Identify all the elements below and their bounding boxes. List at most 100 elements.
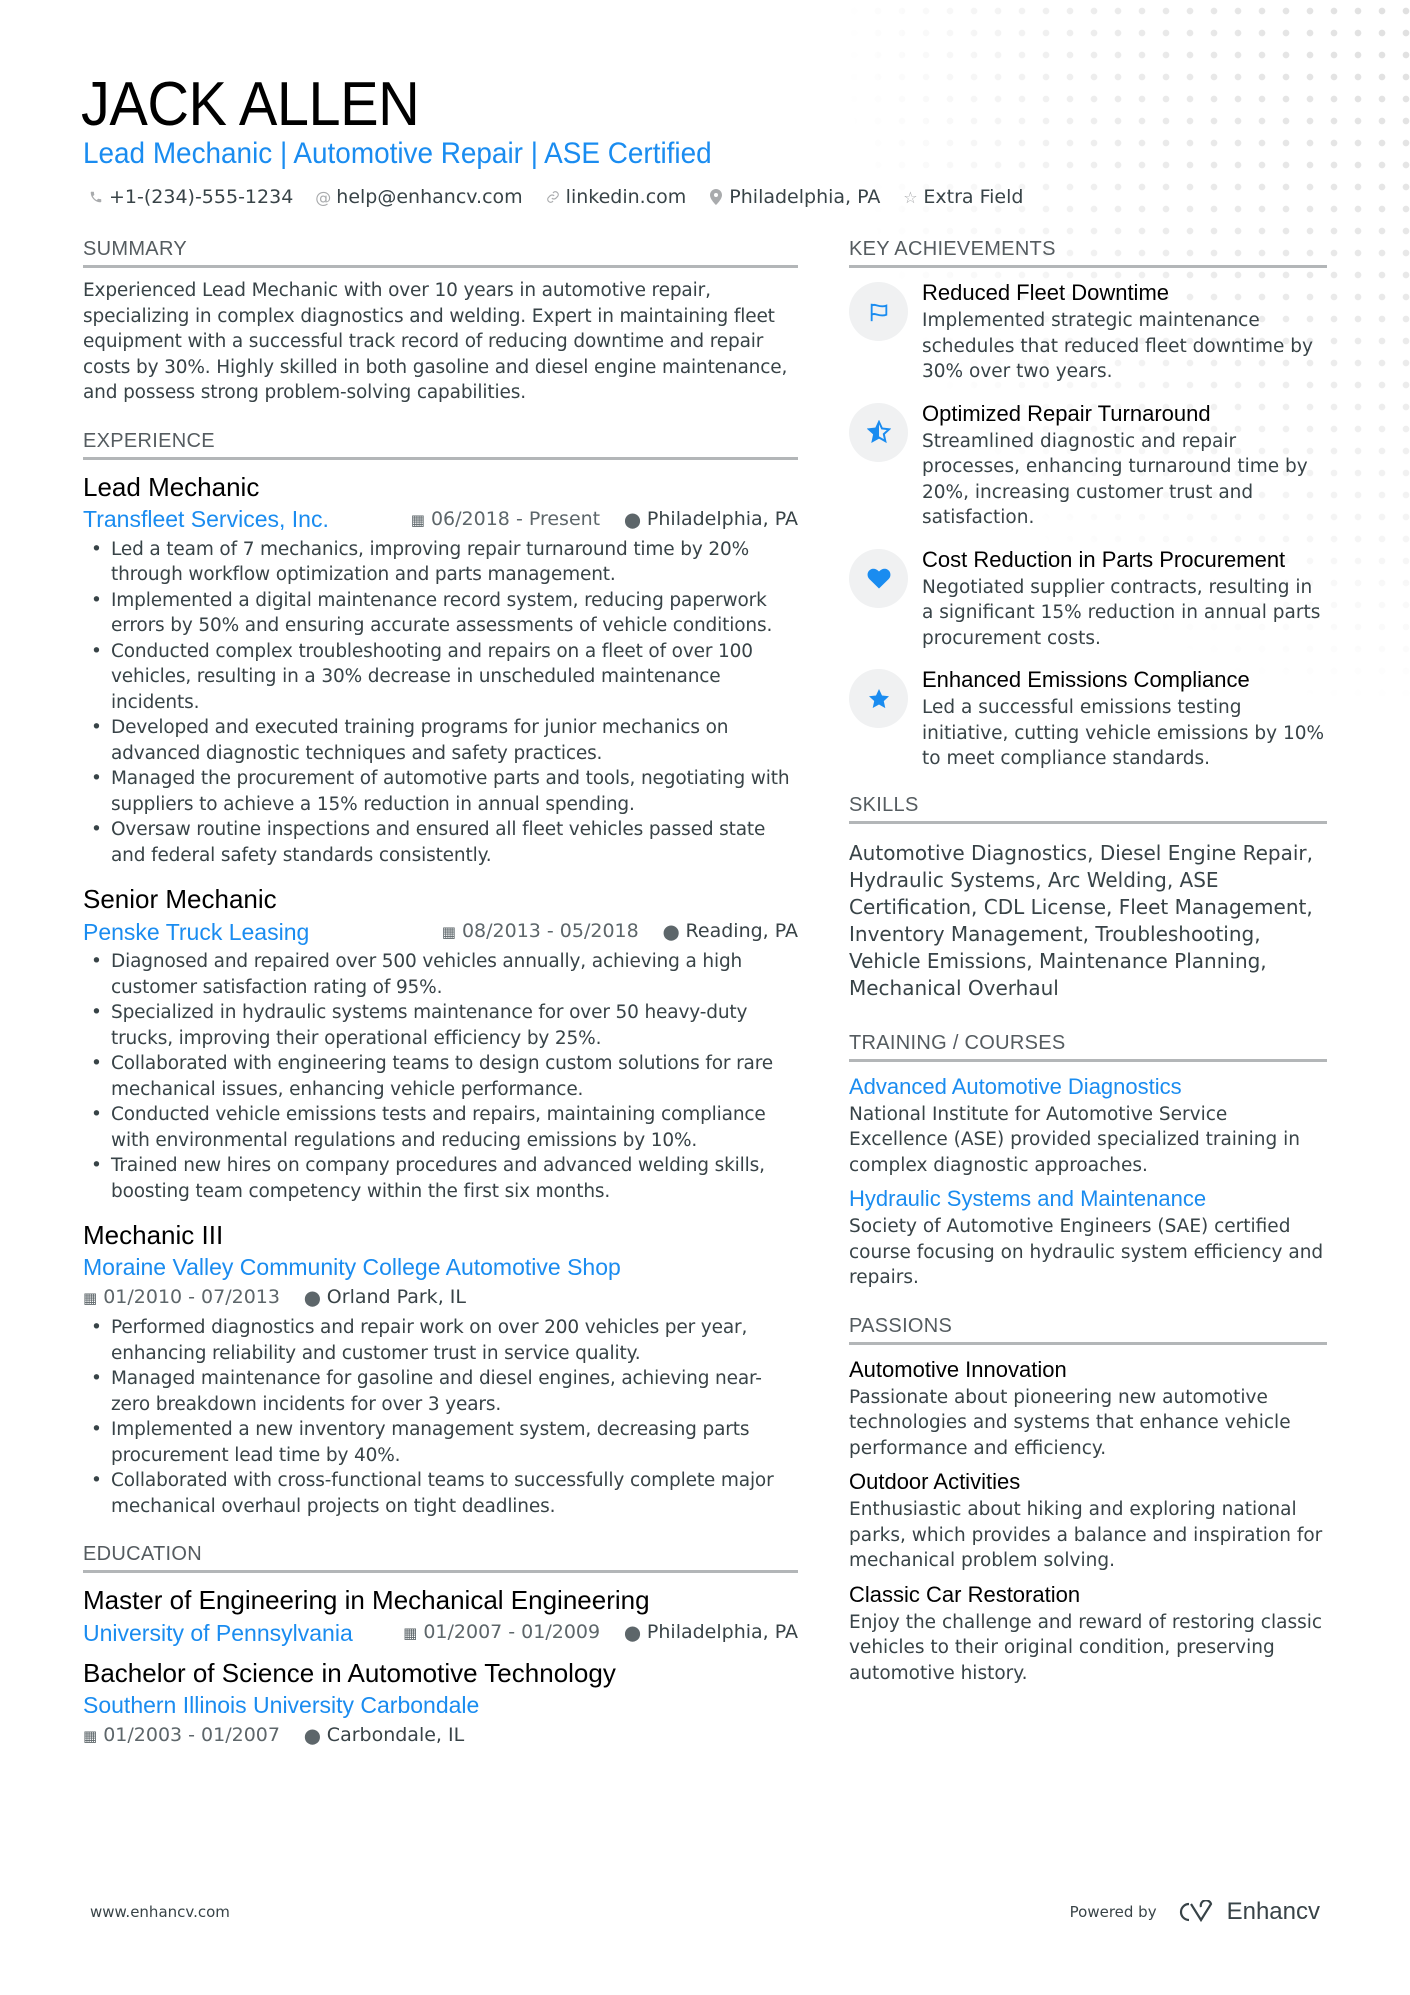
- section-title: TRAINING / COURSES: [849, 1030, 1327, 1062]
- course-desc: National Institute for Automotive Servic…: [849, 1103, 1301, 1176]
- achievement-title: Enhanced Emissions Compliance: [922, 667, 1250, 692]
- passion-item: Classic Car Restoration Enjoy the challe…: [849, 1580, 1327, 1687]
- contact-email[interactable]: @ help@enhancv.com: [315, 186, 522, 208]
- bullet-list: Led a team of 7 mechanics, improving rep…: [83, 537, 798, 869]
- email-value: help@enhancv.com: [336, 186, 523, 208]
- course-item: Advanced Automotive Diagnostics National…: [849, 1072, 1327, 1179]
- summary-text: Experienced Lead Mechanic with over 10 y…: [83, 280, 788, 403]
- achievement-content: Enhanced Emissions Compliance Led a succ…: [922, 665, 1327, 772]
- left-column: SUMMARY Experienced Lead Mechanic with o…: [83, 236, 798, 1771]
- company-name[interactable]: Transfleet Services, Inc.: [83, 504, 329, 534]
- passion-title: Classic Car Restoration: [849, 1581, 1081, 1607]
- degree-title: Bachelor of Science in Automotive Techno…: [83, 1658, 616, 1688]
- brand-name: Enhancv: [1226, 1898, 1320, 1925]
- candidate-name: JACK ALLEN: [81, 70, 420, 139]
- location-icon: ⬤: [304, 1289, 321, 1307]
- dates-value: 01/2003 - 01/2007: [103, 1724, 280, 1746]
- bullet-item: Conducted complex troubleshooting and re…: [91, 639, 798, 716]
- degree-title: Master of Engineering in Mechanical Engi…: [83, 1585, 650, 1615]
- bullet-item: Implemented a new inventory management s…: [91, 1417, 798, 1468]
- job-location: ⬤ Philadelphia, PA: [624, 504, 798, 535]
- star-icon: [849, 669, 908, 728]
- job-meta: Penske Truck Leasing ▦ 08/2013 - 05/2018 …: [83, 916, 798, 947]
- location-icon: [708, 189, 724, 205]
- experience-item: Senior Mechanic Penske Truck Leasing ▦ 08…: [83, 882, 798, 1204]
- education-meta: University of Pennsylvania ▦ 01/2007 - 01…: [83, 1617, 798, 1648]
- section-title: SKILLS: [849, 792, 1327, 824]
- achievement-title: Optimized Repair Turnaround: [922, 400, 1211, 426]
- school-name[interactable]: University of Pennsylvania: [83, 1618, 353, 1648]
- experience-section: EXPERIENCE Lead Mechanic Transfleet Serv…: [83, 428, 798, 1520]
- education-dates: ▦ 01/2003 - 01/2007: [83, 1720, 280, 1751]
- bullet-item: Conducted vehicle emissions tests and re…: [91, 1102, 798, 1153]
- bullet-item: Performed diagnostics and repair work on…: [91, 1315, 798, 1366]
- company-name[interactable]: Penske Truck Leasing: [83, 917, 309, 947]
- education-dates: ▦ 01/2007 - 01/2009: [403, 1617, 600, 1648]
- education-item: Bachelor of Science in Automotive Techno…: [83, 1656, 798, 1751]
- calendar-icon: ▦: [441, 923, 456, 941]
- calendar-icon: ▦: [83, 1289, 98, 1307]
- skills-section: SKILLS Automotive Diagnostics, Diesel En…: [849, 792, 1327, 1002]
- achievement-item: Cost Reduction in Parts Procurement Nego…: [849, 545, 1327, 652]
- section-title: SUMMARY: [83, 236, 798, 268]
- contact-linkedin[interactable]: linkedin.com: [545, 186, 686, 208]
- achievement-item: Reduced Fleet Downtime Implemented strat…: [849, 278, 1327, 385]
- dates-value: 01/2010 - 07/2013: [103, 1286, 280, 1308]
- course-item: Hydraulic Systems and Maintenance Societ…: [849, 1184, 1327, 1291]
- skills-text: Automotive Diagnostics, Diesel Engine Re…: [849, 840, 1314, 1000]
- section-title: KEY ACHIEVEMENTS: [849, 236, 1327, 268]
- achievement-item: Enhanced Emissions Compliance Led a succ…: [849, 665, 1327, 772]
- bullet-item: Managed maintenance for gasoline and die…: [91, 1366, 798, 1417]
- calendar-icon: ▦: [410, 510, 425, 529]
- course-title[interactable]: Hydraulic Systems and Maintenance: [849, 1184, 1327, 1214]
- location-value: Philadelphia, PA: [646, 1621, 798, 1643]
- location-icon: ⬤: [624, 510, 641, 529]
- education-details: ▦ 01/2003 - 01/2007 ⬤ Carbondale, IL: [83, 1720, 798, 1751]
- education-location: ⬤ Carbondale, IL: [304, 1720, 464, 1751]
- resume-page: JACK ALLEN Lead Mechanic | Automotive Re…: [0, 0, 1410, 1995]
- brand-logo[interactable]: Enhancv: [1175, 1898, 1320, 1926]
- bullet-list: Performed diagnostics and repair work on…: [83, 1315, 798, 1519]
- course-title[interactable]: Advanced Automotive Diagnostics: [849, 1072, 1327, 1102]
- passion-item: Automotive Innovation Passionate about p…: [849, 1355, 1327, 1462]
- star-icon: ☆: [903, 187, 918, 207]
- bullet-item: Developed and executed training programs…: [91, 715, 798, 766]
- phone-value: +1-(234)-555-1234: [109, 186, 294, 208]
- at-icon: @: [315, 187, 332, 207]
- contact-phone[interactable]: +1-(234)-555-1234: [88, 186, 293, 208]
- bullet-list: Diagnosed and repaired over 500 vehicles…: [83, 949, 798, 1204]
- heart-icon: [849, 548, 908, 608]
- passion-item: Outdoor Activities Enthusiastic about hi…: [849, 1467, 1327, 1574]
- achievement-title: Reduced Fleet Downtime: [922, 280, 1170, 305]
- school-name[interactable]: Southern Illinois University Carbondale: [83, 1690, 798, 1720]
- right-column: KEY ACHIEVEMENTS Reduced Fleet Downtime …: [849, 236, 1327, 1706]
- phone-icon: [88, 190, 104, 204]
- location-value: Philadelphia, PA: [646, 507, 798, 530]
- passion-title: Automotive Innovation: [849, 1356, 1067, 1382]
- contact-extra: ☆ Extra Field: [902, 186, 1023, 208]
- contact-row: +1-(234)-555-1234 @ help@enhancv.com lin…: [88, 186, 1023, 208]
- job-details: ▦ 06/2018 - Present ⬤ Philadelphia, PA: [411, 504, 798, 535]
- education-item: Master of Engineering in Mechanical Engi…: [83, 1583, 798, 1648]
- job-location: ⬤ Reading, PA: [663, 916, 798, 947]
- job-meta: Transfleet Services, Inc. ▦ 06/2018 - Pre…: [83, 504, 798, 535]
- location-value: Reading, PA: [685, 920, 798, 942]
- dates-value: 01/2007 - 01/2009: [423, 1621, 601, 1643]
- dates-value: 08/2013 - 05/2018: [461, 920, 639, 942]
- section-title: EXPERIENCE: [83, 428, 798, 460]
- location-icon: ⬤: [304, 1727, 321, 1745]
- job-dates: ▦ 06/2018 - Present: [411, 504, 600, 535]
- job-title: Mechanic III: [83, 1220, 224, 1250]
- website-link[interactable]: www.enhancv.com: [90, 1903, 230, 1921]
- bullet-item: Collaborated with cross-functional teams…: [91, 1468, 798, 1519]
- job-location: ⬤ Orland Park, IL: [304, 1282, 466, 1313]
- location-icon: ⬤: [624, 1624, 641, 1642]
- achievement-desc: Implemented strategic maintenance schedu…: [922, 310, 1313, 382]
- passion-title: Outdoor Activities: [849, 1469, 1021, 1494]
- training-section: TRAINING / COURSES Advanced Automotive D…: [849, 1030, 1327, 1291]
- location-value: Philadelphia, PA: [729, 186, 881, 208]
- bullet-item: Oversaw routine inspections and ensured …: [91, 817, 798, 868]
- calendar-icon: ▦: [403, 1624, 418, 1642]
- flag-icon: [849, 282, 908, 341]
- company-name[interactable]: Moraine Valley Community College Automot…: [83, 1252, 798, 1282]
